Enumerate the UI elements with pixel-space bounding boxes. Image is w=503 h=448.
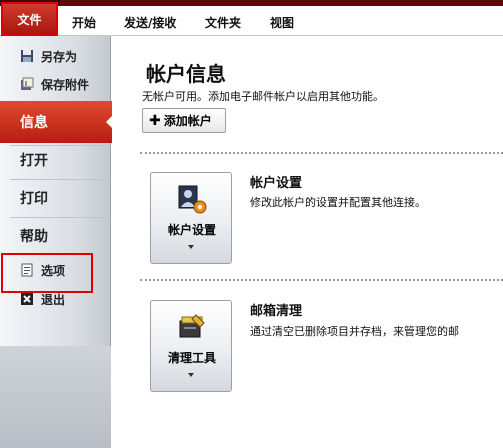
page-description: 无帐户可用。添加电子邮件帐户以启用其他功能。 (142, 90, 384, 103)
tab-folder[interactable]: 文件夹 (205, 14, 241, 31)
tab-file[interactable]: 文件 (1, 2, 58, 36)
nav-save-as[interactable]: 另存为 (20, 46, 77, 66)
chevron-down-icon (188, 245, 194, 249)
page-title: 帐户信息 (146, 62, 226, 86)
add-account-label: 添加帐户 (163, 114, 212, 128)
chevron-down-icon (188, 373, 194, 377)
account-settings-icon (176, 183, 208, 215)
cleanup-tools-icon (176, 311, 208, 343)
main-panel: 帐户信息 无帐户可用。添加电子邮件帐户以启用其他功能。 ✚ 添加帐户 帐户设置 … (112, 36, 503, 448)
backstage-nav: 另存为 保存附件 信息 打开 打印 帮助 选项 退出 (0, 36, 114, 448)
nav-save-attachments-label: 保存附件 (41, 77, 90, 92)
nav-info[interactable]: 信息 (0, 101, 114, 143)
nav-info-label: 信息 (20, 115, 48, 131)
title-bar-strip (0, 0, 503, 6)
tab-home[interactable]: 开始 (72, 14, 96, 31)
cleanup-tools-button-label: 清理工具 (167, 351, 216, 365)
save-as-icon (20, 49, 34, 63)
mailbox-cleanup-title: 邮箱清理 (250, 304, 303, 319)
nav-help[interactable]: 帮助 (20, 226, 48, 246)
cleanup-tools-button[interactable]: 清理工具 (150, 300, 232, 392)
add-account-button[interactable]: ✚ 添加帐户 (142, 108, 226, 133)
account-settings-button[interactable]: 帐户设置 (150, 172, 232, 264)
options-highlight-box (1, 253, 93, 293)
exit-icon (20, 292, 34, 306)
account-settings-description: 修改此帐户的设置并配置其他连接。 (250, 196, 426, 209)
save-attachments-icon (20, 77, 34, 91)
account-settings-button-label: 帐户设置 (167, 223, 216, 237)
nav-save-attachments[interactable]: 保存附件 (20, 74, 89, 94)
account-settings-title: 帐户设置 (250, 176, 303, 191)
mailbox-cleanup-description: 通过清空已删除项目并存档，来管理您的邮 (250, 325, 459, 338)
nav-print[interactable]: 打印 (20, 188, 48, 208)
nav-exit-label: 退出 (41, 292, 66, 307)
tab-send-receive[interactable]: 发送/接收 (124, 14, 176, 31)
nav-open[interactable]: 打开 (20, 150, 48, 170)
plus-icon: ✚ (149, 112, 161, 129)
nav-save-as-label: 另存为 (41, 49, 78, 64)
ribbon: 文件 开始 发送/接收 文件夹 视图 (0, 0, 503, 36)
tab-view[interactable]: 视图 (270, 14, 294, 31)
